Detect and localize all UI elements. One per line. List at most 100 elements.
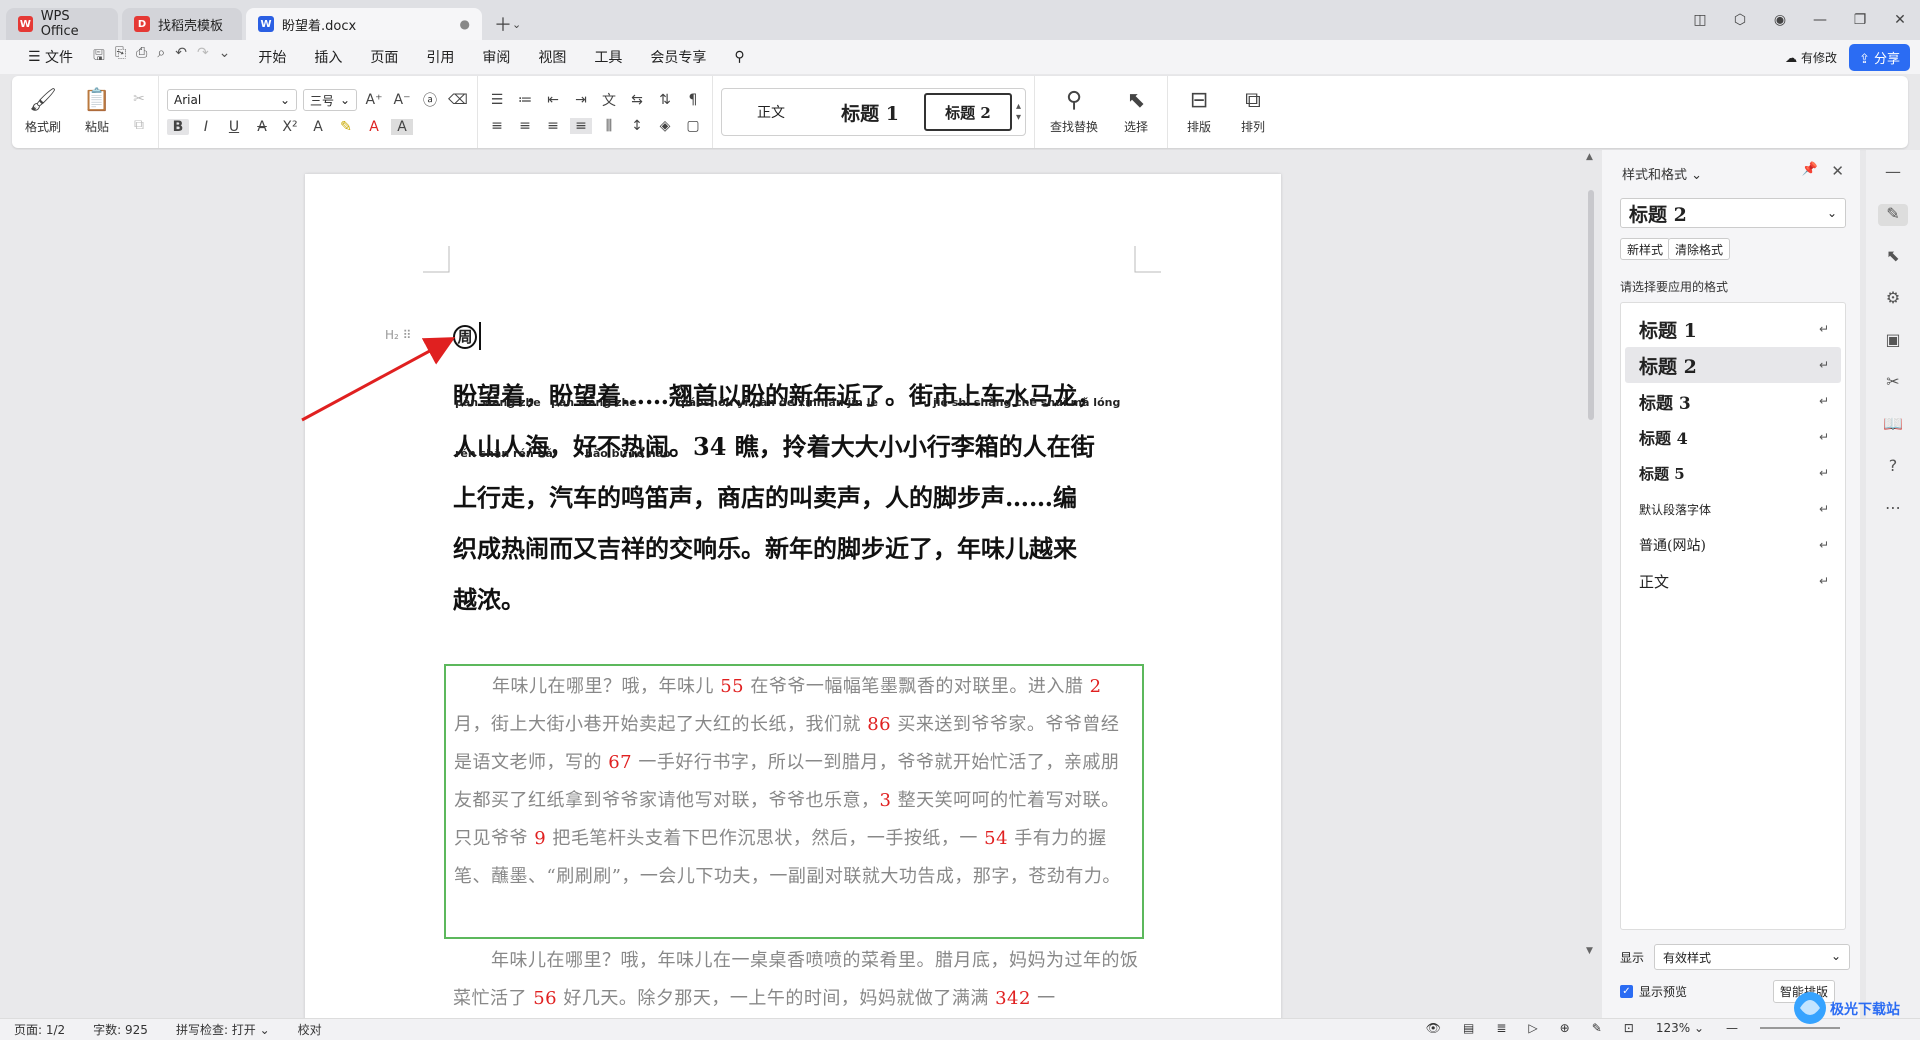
copy-icon[interactable]: ⧉: [128, 117, 150, 133]
avatar[interactable]: ◉: [1760, 12, 1800, 28]
borders-icon[interactable]: ▢: [682, 118, 704, 134]
zoom-level[interactable]: 123% ⌄: [1656, 1021, 1704, 1035]
book-icon[interactable]: 📖: [1878, 414, 1908, 436]
pen-icon[interactable]: ✎: [1592, 1021, 1602, 1035]
distribute-icon[interactable]: ⫼: [598, 118, 620, 134]
pin-icon[interactable]: 📌: [1802, 162, 1818, 177]
text-direction-icon[interactable]: ⇆: [626, 92, 648, 108]
more-icon[interactable]: ⋯: [1878, 498, 1908, 520]
new-style-button[interactable]: 新样式: [1620, 238, 1671, 260]
document-canvas[interactable]: H₂ ⠿ 周 盼望着，盼望着……翘首以盼的新年近了。街市上车水马龙， 人山人海，…: [0, 150, 1580, 1018]
second-paragraph[interactable]: 年味儿在哪里？哦，年味儿在一桌桌香喷喷的菜肴里。腊月底，妈妈为过年的饭菜忙活了 …: [453, 942, 1143, 1018]
shading-icon[interactable]: ◈: [654, 118, 676, 134]
share-button[interactable]: ⇪ 分享: [1848, 44, 1910, 71]
vertical-scrollbar[interactable]: ▲ ▼: [1585, 150, 1597, 1018]
find-replace-button[interactable]: ⚲ 查找替换: [1043, 89, 1105, 135]
more-icon[interactable]: ⌄: [219, 45, 231, 69]
document-page[interactable]: H₂ ⠿ 周 盼望着，盼望着……翘首以盼的新年近了。街市上车水马龙， 人山人海，…: [305, 174, 1281, 1018]
styles-scroll-icon[interactable]: ▴ ▾: [1016, 101, 1021, 123]
text-effect-icon[interactable]: A: [307, 119, 329, 135]
phonetic-guide-icon[interactable]: ⓐ: [419, 90, 441, 110]
play-icon[interactable]: ▷: [1528, 1021, 1537, 1035]
close-icon[interactable]: ✕: [1831, 162, 1844, 180]
new-tab-button[interactable]: ＋ ⌄: [486, 8, 529, 40]
search-icon[interactable]: ⚲: [720, 40, 758, 74]
collapse-icon[interactable]: —: [1878, 162, 1908, 184]
export-icon[interactable]: ⎘: [115, 45, 126, 69]
style-heading-1[interactable]: 标题 1: [820, 93, 920, 131]
modified-status[interactable]: ☁ 有修改: [1785, 49, 1837, 66]
align-left-icon[interactable]: ≡: [486, 118, 508, 134]
close-icon[interactable]: ✕: [1880, 12, 1920, 28]
menu-page[interactable]: 页面: [356, 40, 412, 74]
fit-page-icon[interactable]: ⊡: [1624, 1021, 1634, 1035]
word-count[interactable]: 字数: 925: [93, 1021, 148, 1038]
superscript-icon[interactable]: X²: [279, 119, 301, 135]
styles-pen-icon[interactable]: ✎: [1878, 204, 1908, 226]
clear-format-icon[interactable]: ⌫: [447, 92, 469, 108]
font-name-select[interactable]: Arial ⌄: [167, 89, 297, 111]
tab-document[interactable]: W 盼望着.docx ●: [246, 8, 482, 40]
zoom-out-icon[interactable]: —: [1726, 1021, 1738, 1035]
image-edit-icon[interactable]: ▣: [1878, 330, 1908, 352]
minimize-icon[interactable]: —: [1800, 12, 1840, 28]
style-list-item[interactable]: 正文 ↵: [1625, 563, 1841, 599]
menu-member[interactable]: 会员专享: [636, 40, 720, 74]
style-normal[interactable]: 正文: [726, 93, 816, 131]
align-center-icon[interactable]: ≡: [514, 118, 536, 134]
eye-icon[interactable]: 👁: [1426, 1021, 1441, 1035]
cut-icon[interactable]: ✂: [128, 91, 150, 107]
style-list-item[interactable]: 标题 3 ↵: [1625, 383, 1841, 419]
layout-button[interactable]: ⊟ 排版: [1176, 89, 1222, 135]
style-list-item[interactable]: 标题 1 ↵: [1625, 311, 1841, 347]
page-view-icon[interactable]: ▤: [1463, 1021, 1474, 1035]
font-size-select[interactable]: 三号 ⌄: [303, 89, 357, 111]
justify-icon[interactable]: ≡: [570, 118, 592, 134]
outline-view-icon[interactable]: ≣: [1496, 1021, 1506, 1035]
format-painter-button[interactable]: 🖌 格式刷: [20, 89, 66, 135]
sort-icon[interactable]: ⇅: [654, 92, 676, 108]
paste-button[interactable]: 📋 粘贴: [74, 89, 120, 135]
tools-icon[interactable]: ✂: [1878, 372, 1908, 394]
italic-icon[interactable]: I: [195, 119, 217, 135]
file-menu[interactable]: ☰ 文件: [14, 40, 87, 74]
style-list-item[interactable]: 标题 5 ↵: [1625, 455, 1841, 491]
menu-view[interactable]: 视图: [524, 40, 580, 74]
display-select[interactable]: 有效样式 ⌄: [1654, 944, 1851, 970]
increase-indent-icon[interactable]: ⇥: [570, 92, 592, 108]
decrease-indent-icon[interactable]: ⇤: [542, 92, 564, 108]
font-color-icon[interactable]: A: [363, 119, 385, 135]
menu-home[interactable]: 开始: [244, 40, 300, 74]
save-icon[interactable]: 🖫: [93, 45, 105, 69]
line-spacing-icon[interactable]: ↕: [626, 118, 648, 134]
undo-icon[interactable]: ↶: [175, 45, 187, 69]
restore-icon[interactable]: ❐: [1840, 12, 1880, 28]
menu-tools[interactable]: 工具: [580, 40, 636, 74]
char-shading-icon[interactable]: A: [391, 119, 413, 135]
highlight-icon[interactable]: ✎: [335, 119, 357, 135]
style-heading-2[interactable]: 标题 2: [924, 93, 1012, 131]
menu-review[interactable]: 审阅: [468, 40, 524, 74]
grow-font-icon[interactable]: A⁺: [363, 92, 385, 108]
layout-icon[interactable]: ◫: [1680, 12, 1720, 28]
strikethrough-icon[interactable]: A: [251, 119, 273, 135]
clear-format-button[interactable]: 清除格式: [1668, 238, 1731, 260]
show-marks-icon[interactable]: ¶: [682, 92, 704, 108]
current-style-select[interactable]: 标题 2 ⌄: [1620, 198, 1846, 228]
redo-icon[interactable]: ↷: [197, 45, 209, 69]
proofread[interactable]: 校对: [298, 1021, 322, 1038]
style-list-item[interactable]: 标题 2 ↵: [1625, 347, 1841, 383]
tab-docer-templates[interactable]: D 找稻壳模板: [122, 8, 242, 40]
select-icon[interactable]: ⬉: [1878, 246, 1908, 268]
menu-references[interactable]: 引用: [412, 40, 468, 74]
underline-icon[interactable]: U: [223, 119, 245, 135]
scroll-up-icon[interactable]: ▲: [1586, 152, 1593, 162]
scroll-thumb[interactable]: [1588, 190, 1594, 420]
style-list-item[interactable]: 默认段落字体 ↵: [1625, 491, 1841, 527]
print-icon[interactable]: ⎙: [136, 45, 147, 69]
cube-icon[interactable]: ⬡: [1720, 12, 1760, 28]
page-count[interactable]: 页面: 1/2: [14, 1021, 65, 1038]
menu-insert[interactable]: 插入: [300, 40, 356, 74]
style-list-item[interactable]: 普通(网站) ↵: [1625, 527, 1841, 563]
show-preview-checkbox[interactable]: ✓: [1620, 985, 1633, 998]
